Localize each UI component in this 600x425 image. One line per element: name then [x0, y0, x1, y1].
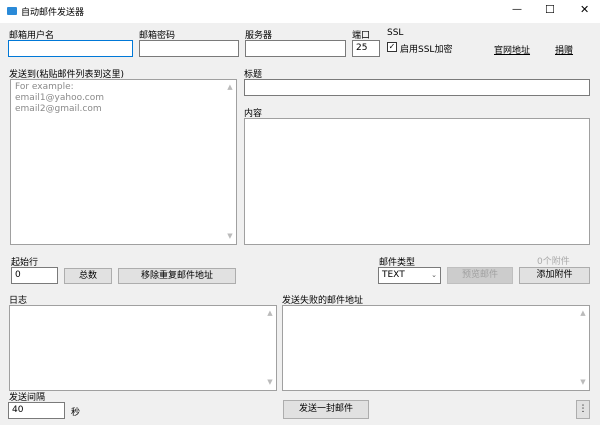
subject-input[interactable] — [244, 79, 590, 96]
password-input[interactable] — [139, 40, 239, 57]
interval-input[interactable]: 40 — [8, 402, 65, 419]
mail-type-value: TEXT — [382, 270, 405, 280]
log-textarea[interactable]: ▲ ▼ — [9, 305, 277, 391]
mail-type-select[interactable]: TEXT ⌄ — [378, 267, 441, 284]
total-button[interactable]: 总数 — [64, 268, 112, 284]
server-input[interactable] — [245, 40, 346, 57]
scroll-down-icon[interactable]: ▼ — [266, 377, 274, 388]
scroll-down-icon[interactable]: ▼ — [226, 231, 234, 242]
close-button[interactable]: ✕ — [580, 3, 589, 16]
port-input[interactable]: 25 — [352, 40, 380, 57]
scroll-up-icon[interactable]: ▲ — [266, 308, 274, 319]
more-button[interactable]: ⋮ — [576, 400, 590, 419]
content-textarea[interactable] — [244, 118, 590, 245]
website-link[interactable]: 官网地址 — [494, 43, 530, 56]
ssl-label: SSL — [387, 28, 404, 38]
start-row-input[interactable]: 0 — [11, 267, 58, 284]
window-title: 自动邮件发送器 — [21, 8, 85, 18]
send-to-placeholder: For example: email1@yahoo.com email2@gma… — [15, 82, 105, 114]
scroll-up-icon[interactable]: ▲ — [579, 308, 587, 319]
send-one-button[interactable]: 发送一封邮件 — [283, 400, 369, 419]
username-input[interactable] — [8, 40, 133, 57]
preview-button[interactable]: 预览邮件 — [447, 267, 513, 284]
ssl-checkbox[interactable]: ✓ — [387, 42, 397, 52]
remove-duplicates-button[interactable]: 移除重复邮件地址 — [118, 268, 236, 284]
chevron-down-icon: ⌄ — [431, 271, 437, 279]
ssl-checkbox-label[interactable]: 启用SSL加密 — [400, 42, 452, 55]
mail-icon — [7, 7, 17, 15]
send-to-textarea[interactable]: For example: email1@yahoo.com email2@gma… — [10, 79, 237, 245]
scroll-down-icon[interactable]: ▼ — [579, 377, 587, 388]
donate-link[interactable]: 捐赠 — [555, 43, 573, 56]
maximize-button[interactable]: ☐ — [545, 3, 555, 16]
minimize-button[interactable]: — — [512, 4, 522, 15]
title-bar: 自动邮件发送器 — ☐ ✕ — [0, 0, 600, 23]
add-attachment-button[interactable]: 添加附件 — [519, 267, 590, 284]
scroll-up-icon[interactable]: ▲ — [226, 82, 234, 93]
seconds-label: 秒 — [71, 408, 81, 418]
failed-textarea[interactable]: ▲ ▼ — [282, 305, 590, 391]
attachments-count: 0个附件 — [537, 257, 570, 267]
